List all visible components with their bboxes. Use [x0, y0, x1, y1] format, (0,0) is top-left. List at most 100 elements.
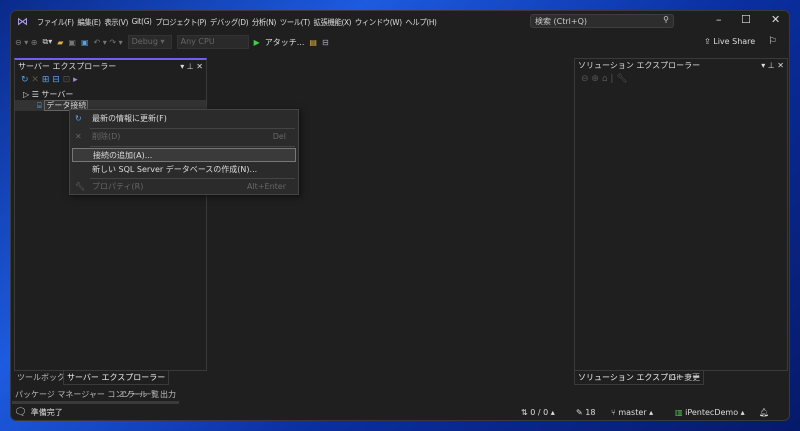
- separator: [90, 178, 295, 179]
- edits-count: 18: [585, 408, 596, 417]
- feedback-icon[interactable]: ⚐: [768, 36, 777, 47]
- menu-view[interactable]: 表示(V): [102, 15, 129, 30]
- connect-server-icon[interactable]: ⊟: [52, 75, 60, 85]
- wrench-icon: 🔧︎: [75, 182, 86, 191]
- repo-name: iPentecDemo: [685, 408, 739, 417]
- repo-button[interactable]: ▥ iPentecDemo ▴: [675, 408, 745, 417]
- delete-icon[interactable]: ✕: [31, 75, 39, 85]
- window-layout-icon[interactable]: ⊟: [322, 38, 329, 47]
- status-text: 準備完了: [30, 408, 63, 417]
- config-value: Debug: [131, 37, 158, 46]
- solution-explorer-panel: ソリューション エクスプローラー ▾ ⊥ ✕ ⊖ ⊕ ⌂ | 🔧︎: [574, 58, 788, 371]
- tab-output[interactable]: 出力: [157, 388, 179, 404]
- undo-icon[interactable]: ↶ ▾ ↷ ▾: [94, 38, 123, 47]
- expand-icon[interactable]: ▷: [23, 90, 29, 99]
- menu-shortcut: Alt+Enter: [246, 182, 286, 191]
- home-icon[interactable]: ⌂: [602, 74, 608, 84]
- solution-explorer-title: ソリューション エクスプローラー: [578, 61, 701, 70]
- live-share-button[interactable]: ⇪ Live Share: [704, 37, 755, 46]
- menu-label: プロパティ(R): [92, 182, 144, 191]
- server-icon: ☰: [31, 90, 39, 99]
- sync-icon: ⇅: [521, 408, 531, 417]
- server-explorer-panel: サーバー エクスプローラー ▾ ⊥ ✕ ↻ ✕ ⊞ ⊟ ⊡ ▸ ▷ ☰ サーバー …: [14, 58, 207, 371]
- branch-button[interactable]: ⑂ master ▴: [611, 408, 653, 417]
- azure-icon[interactable]: ▸: [73, 75, 78, 85]
- new-project-icon[interactable]: ⧉▾: [43, 37, 53, 47]
- tab-error-list[interactable]: エラー一覧: [116, 388, 162, 404]
- server-explorer-header: サーバー エクスプローラー ▾ ⊥ ✕: [15, 60, 206, 73]
- refresh-icon: ↻: [75, 114, 82, 123]
- menu-extensions[interactable]: 拡張機能(X): [312, 15, 353, 30]
- menu-edit[interactable]: 編集(E): [76, 15, 103, 30]
- find-files-icon[interactable]: ▤: [309, 38, 317, 47]
- solution-explorer-toolbar: ⊖ ⊕ ⌂ | 🔧︎: [581, 74, 628, 84]
- minimize-button[interactable]: –: [716, 13, 722, 26]
- vs-window: ⋈ ファイル(F) 編集(E) 表示(V) Git(G) プロジェクト(P) デ…: [10, 10, 790, 421]
- platform-value: Any CPU: [180, 37, 215, 46]
- menu-shortcut: Del: [272, 132, 286, 141]
- search-icon: ⚲: [663, 15, 669, 24]
- menu-window[interactable]: ウィンドウ(W): [353, 15, 404, 30]
- connect-database-icon[interactable]: ⊞: [42, 75, 50, 85]
- repo-icon: ▥: [675, 408, 686, 417]
- menu-label: 新しい SQL Server データベースの作成(N)...: [92, 165, 258, 174]
- live-share-icon: ⇪: [704, 37, 714, 46]
- open-folder-icon[interactable]: ▰: [57, 38, 63, 47]
- menu-item-create-database[interactable]: 新しい SQL Server データベースの作成(N)...: [70, 163, 298, 177]
- platform-select[interactable]: Any CPU: [176, 35, 249, 49]
- vs-logo-icon: ⋈: [17, 15, 28, 28]
- menu-file[interactable]: ファイル(F): [35, 15, 76, 30]
- menu-analyze[interactable]: 分析(N): [250, 15, 278, 30]
- back-icon[interactable]: ⊖ ▾ ⊕: [15, 38, 38, 47]
- status-bar: 🗨︎ 準備完了 ⇅ 0 / 0 ▴ ✎ 18 ⑂ master ▴ ▥ iPen…: [11, 404, 789, 420]
- menu-git[interactable]: Git(G): [130, 15, 154, 30]
- config-select[interactable]: Debug ▾: [127, 35, 172, 49]
- database-icon: ⌸: [37, 101, 42, 110]
- tab-server-explorer[interactable]: サーバー エクスプローラー: [63, 371, 170, 385]
- sync-count: 0 / 0: [530, 408, 549, 417]
- menu-label: 最新の情報に更新(F): [92, 114, 167, 123]
- save-all-icon[interactable]: ▣: [81, 38, 89, 47]
- tab-git-changes[interactable]: Git 変更: [667, 371, 703, 384]
- menu-bar: ファイル(F) 編集(E) 表示(V) Git(G) プロジェクト(P) デバッ…: [35, 15, 438, 30]
- delete-icon: ✕: [75, 132, 82, 141]
- menu-label: 削除(D): [92, 132, 121, 141]
- menu-item-refresh[interactable]: ↻ 最新の情報に更新(F): [70, 112, 298, 126]
- search-placeholder: 検索 (Ctrl+Q): [535, 17, 588, 26]
- edits-button[interactable]: ✎ 18: [576, 408, 595, 417]
- menu-label: 接続の追加(A)...: [93, 151, 153, 160]
- refresh-icon[interactable]: ↻: [21, 75, 29, 85]
- back-icon[interactable]: ⊖: [581, 74, 589, 84]
- menu-item-delete[interactable]: ✕ 削除(D) Del: [70, 130, 298, 144]
- tree-item-servers[interactable]: ▷ ☰ サーバー: [23, 89, 198, 100]
- menu-project[interactable]: プロジェクト(P): [153, 15, 208, 30]
- output-icon: 🗨︎: [14, 407, 27, 418]
- forward-icon[interactable]: ⊕: [591, 74, 599, 84]
- close-button[interactable]: ✕: [771, 13, 780, 26]
- menu-help[interactable]: ヘルプ(H): [404, 15, 439, 30]
- context-menu: ↻ 最新の情報に更新(F) ✕ 削除(D) Del 接続の追加(A)... 新しい S…: [69, 109, 299, 195]
- sharepoint-icon[interactable]: ⊡: [63, 75, 71, 85]
- sync-button[interactable]: ⇅ 0 / 0 ▴: [521, 408, 555, 417]
- menu-debug[interactable]: デバッグ(D): [208, 15, 250, 30]
- panel-controls[interactable]: ▾ ⊥ ✕: [761, 61, 784, 70]
- toolbar: ⊖ ▾ ⊕ ⧉▾ ▰ ▣ ▣ ↶ ▾ ↷ ▾ Debug ▾ Any CPU ▶…: [15, 33, 329, 51]
- server-explorer-title: サーバー エクスプローラー: [18, 62, 117, 71]
- separator: [90, 128, 295, 129]
- menu-item-add-connection[interactable]: 接続の追加(A)...: [72, 148, 296, 162]
- wrench-icon[interactable]: 🔧︎: [616, 74, 627, 84]
- save-icon[interactable]: ▣: [68, 38, 76, 47]
- separator: [90, 146, 295, 147]
- notification-bell-icon[interactable]: 🔔︎: [759, 408, 769, 417]
- tree-label: サーバー: [41, 90, 74, 99]
- panel-controls[interactable]: ▾ ⊥ ✕: [180, 62, 203, 71]
- play-icon[interactable]: ▶: [254, 38, 260, 47]
- menu-item-properties[interactable]: 🔧︎ プロパティ(R) Alt+Enter: [70, 180, 298, 194]
- attach-button[interactable]: アタッチ...: [265, 37, 305, 48]
- server-explorer-toolbar: ↻ ✕ ⊞ ⊟ ⊡ ▸: [15, 73, 206, 87]
- maximize-button[interactable]: ☐: [741, 13, 751, 26]
- menu-tools[interactable]: ツール(T): [278, 15, 312, 30]
- search-input[interactable]: 検索 (Ctrl+Q) ⚲: [530, 14, 674, 28]
- pencil-icon: ✎: [576, 408, 586, 417]
- branch-name: master: [618, 408, 647, 417]
